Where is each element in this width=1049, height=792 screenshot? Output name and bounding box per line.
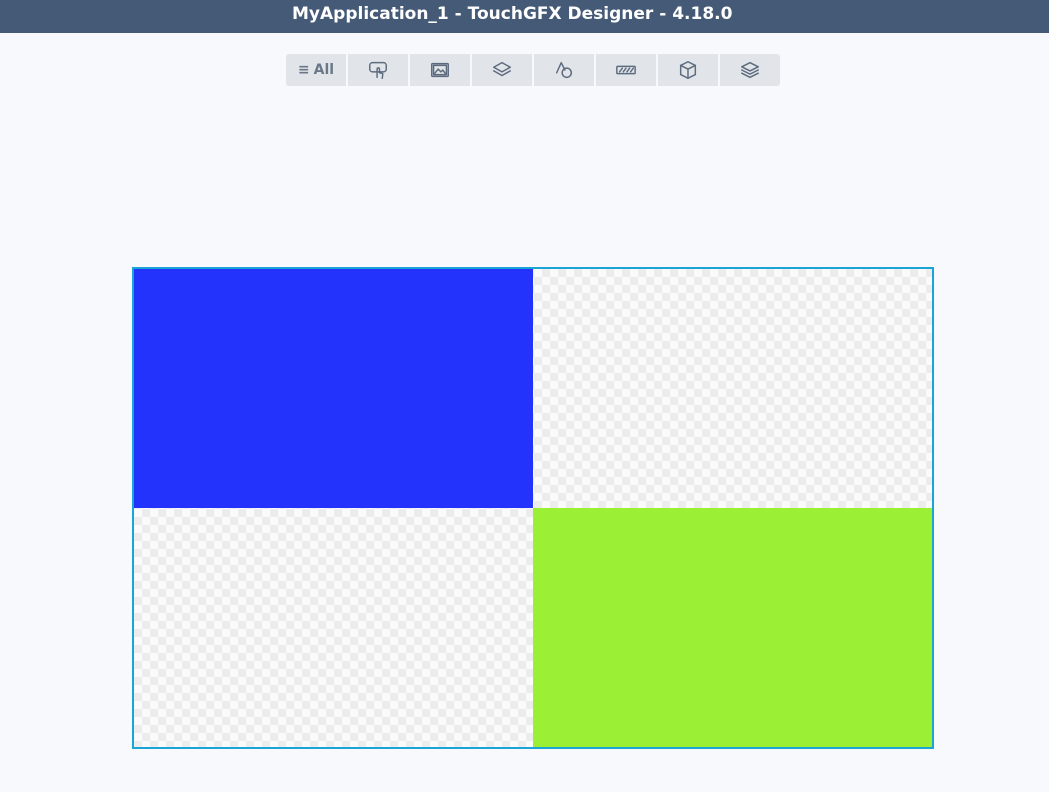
- filter-layers-button[interactable]: [720, 54, 780, 86]
- image-icon: [431, 62, 449, 78]
- container-icon: [493, 61, 511, 77]
- filter-all-button[interactable]: ≡ All: [286, 54, 346, 86]
- filter-image-button[interactable]: [410, 54, 470, 86]
- filter-3d-button[interactable]: [658, 54, 718, 86]
- widget-filter-toolbar: ≡ All: [286, 54, 780, 86]
- filter-all-label: All: [313, 62, 335, 78]
- layers-icon: [741, 61, 759, 79]
- 3d-box-icon: [679, 61, 697, 79]
- title-bar: MyApplication_1 - TouchGFX Designer - 4.…: [0, 0, 1049, 33]
- screen-canvas[interactable]: [132, 267, 934, 749]
- blue-box-widget[interactable]: [134, 269, 533, 508]
- filter-touch-button[interactable]: [348, 54, 408, 86]
- touch-icon: [369, 61, 387, 79]
- window-title: MyApplication_1 - TouchGFX Designer - 4.…: [292, 4, 733, 24]
- filter-container-button[interactable]: [472, 54, 532, 86]
- filter-shapes-button[interactable]: [534, 54, 594, 86]
- filter-progress-button[interactable]: [596, 54, 656, 86]
- shapes-icon: [555, 61, 573, 79]
- progress-icon: [616, 65, 636, 75]
- green-box-widget[interactable]: [533, 508, 932, 747]
- list-icon: ≡: [297, 62, 310, 78]
